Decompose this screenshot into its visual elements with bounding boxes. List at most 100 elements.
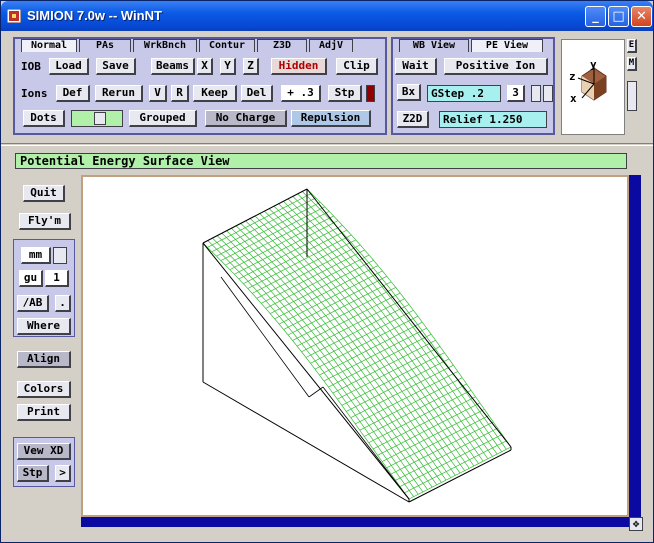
mesh-line-u	[322, 256, 328, 263]
vertical-scrollbar[interactable]	[629, 175, 641, 519]
mesh-line-u	[425, 353, 431, 361]
mesh-line-v	[394, 325, 400, 329]
tab-wb-view[interactable]: WB View	[399, 39, 469, 52]
hidden-button[interactable]: Hidden	[271, 58, 327, 75]
relief-field[interactable]: Relief 1.250	[439, 111, 547, 128]
no-charge-button[interactable]: No Charge	[205, 110, 287, 127]
tab-normal[interactable]: Normal	[21, 39, 77, 52]
where-button[interactable]: Where	[17, 318, 71, 335]
clip-button[interactable]: Clip	[336, 58, 378, 75]
r-button[interactable]: R	[171, 85, 189, 102]
pe-surface-view[interactable]	[81, 175, 629, 517]
minimize-button[interactable]: _	[585, 6, 606, 27]
mesh-line-v	[452, 405, 458, 409]
v-button[interactable]: V	[149, 85, 167, 102]
quit-button[interactable]: Quit	[23, 185, 65, 202]
colors-button[interactable]: Colors	[17, 381, 71, 398]
mesh-line-v	[388, 353, 394, 357]
keep-button[interactable]: Keep	[193, 85, 237, 102]
positive-ion-button[interactable]: Positive Ion	[444, 58, 548, 75]
zoom-slider[interactable]	[627, 81, 637, 111]
mesh-line-u	[268, 215, 274, 221]
pe-surface-plot[interactable]	[83, 177, 627, 515]
mesh-line-v	[408, 326, 414, 330]
ab-button[interactable]: /AB	[17, 295, 49, 312]
mesh-line-v	[487, 447, 493, 451]
def-button[interactable]: Def	[56, 85, 90, 102]
dots-slider[interactable]	[71, 110, 123, 127]
del-button[interactable]: Del	[241, 85, 273, 102]
ion-value-field[interactable]: + .3	[281, 85, 321, 102]
mesh-line-v	[392, 393, 398, 397]
tab-pe-view[interactable]: PE View	[471, 39, 543, 52]
stp-button[interactable]: Stp	[328, 85, 362, 102]
mesh-line-u	[339, 316, 345, 323]
mesh-line-v	[257, 259, 263, 263]
mesh-line-v	[402, 354, 408, 358]
beams-y-button[interactable]: Y	[220, 58, 236, 75]
mesh-line-v	[310, 218, 316, 222]
mesh-line-v	[413, 493, 419, 497]
maximize-button[interactable]: □	[608, 6, 629, 27]
grouped-button[interactable]: Grouped	[129, 110, 197, 127]
tab-z3d[interactable]: Z3D	[257, 39, 307, 52]
beams-z-button[interactable]: Z	[243, 58, 259, 75]
beams-button[interactable]: Beams	[151, 58, 195, 75]
rerun-button[interactable]: Rerun	[95, 85, 143, 102]
energy-button[interactable]: E	[627, 39, 637, 53]
view-stp-button[interactable]: Stp	[17, 465, 49, 482]
gstep-spin-down[interactable]	[543, 85, 553, 102]
flym-button[interactable]: Fly'm	[19, 213, 71, 230]
mesh-line-u	[296, 214, 302, 220]
mesh-line-v	[284, 288, 290, 292]
tab-adjv[interactable]: AdjV	[309, 39, 353, 52]
title-bar[interactable]: SIMION 7.0w -- WinNT _ □ ✕	[1, 1, 653, 31]
gstep-spin-up[interactable]	[531, 85, 541, 102]
gstep-field[interactable]: GStep .2	[427, 85, 501, 102]
load-button[interactable]: Load	[49, 58, 89, 75]
mesh-line-u	[298, 298, 304, 305]
gu-value-field[interactable]: 1	[45, 270, 69, 287]
mesh-line-u	[337, 373, 343, 381]
dots-slider-thumb[interactable]	[94, 112, 106, 125]
print-button[interactable]: Print	[17, 404, 71, 421]
close-button[interactable]: ✕	[631, 6, 652, 27]
mesh-line-u	[483, 417, 489, 425]
mesh-line-u	[235, 246, 241, 252]
mesh-line-v	[336, 246, 342, 250]
mesh-line-v	[234, 257, 240, 261]
units-field[interactable]: mm	[21, 247, 51, 264]
units-toggle[interactable]	[53, 247, 67, 264]
mesh-line-v	[294, 268, 300, 272]
tab-wrkbnch[interactable]: WrkBnch	[133, 39, 197, 52]
mesh-line-v	[424, 411, 430, 415]
ions-slider-handle[interactable]	[366, 85, 375, 102]
mesh-line-u	[375, 321, 381, 328]
view-xd-button[interactable]: Vew XD	[17, 443, 71, 460]
align-button[interactable]: Align	[17, 351, 71, 368]
gu-label-button[interactable]: gu	[19, 270, 43, 287]
beams-x-button[interactable]: X	[197, 58, 213, 75]
mesh-line-v	[410, 401, 416, 405]
pan-move-icon[interactable]: ✥	[629, 517, 643, 531]
mesh-line-v	[379, 349, 385, 353]
dot-button[interactable]: .	[55, 295, 71, 312]
mesh-line-v	[455, 455, 461, 459]
mode-button[interactable]: M	[627, 57, 637, 71]
horizontal-scrollbar[interactable]	[81, 517, 629, 527]
mesh-line-v	[381, 276, 387, 280]
mesh-line-v	[362, 317, 368, 321]
tab-contur[interactable]: Contur	[199, 39, 255, 52]
bx-button[interactable]: Bx	[397, 84, 421, 101]
view-arrow-button[interactable]: >	[55, 465, 71, 482]
gstep-count-field[interactable]: 3	[507, 85, 525, 102]
ions-label: Ions	[21, 87, 48, 100]
mesh-line-u	[391, 439, 397, 446]
z2d-button[interactable]: Z2D	[397, 111, 429, 128]
repulsion-button[interactable]: Repulsion	[291, 110, 371, 127]
dots-button[interactable]: Dots	[23, 110, 65, 127]
wait-button[interactable]: Wait	[395, 58, 437, 75]
tab-pas[interactable]: PAs	[79, 39, 131, 52]
axis-orientation-gizmo[interactable]: y z x	[561, 39, 625, 135]
save-button[interactable]: Save	[96, 58, 136, 75]
